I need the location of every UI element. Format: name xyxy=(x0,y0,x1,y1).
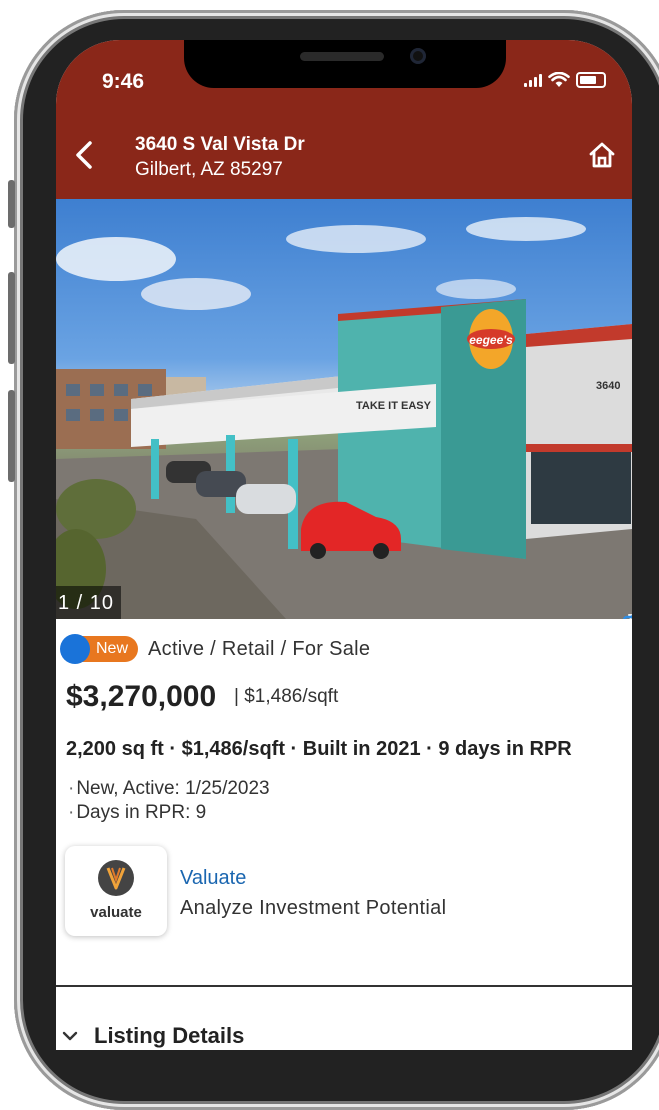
back-button[interactable] xyxy=(70,135,98,175)
volume-down-button xyxy=(8,390,15,482)
screen: 9:46 3640 S Val Vista Dr Gilbert, AZ 852… xyxy=(56,40,632,1050)
speaker-grille xyxy=(300,52,384,61)
listing-price: $3,270,000 xyxy=(66,680,217,713)
listing-details-header[interactable]: Listing Details xyxy=(62,1023,244,1049)
home-icon[interactable] xyxy=(588,141,616,169)
photo-counter: 1 / 10 xyxy=(56,586,122,619)
listing-status-row: New Active / Retail / For Sale xyxy=(60,634,370,664)
volume-up-button xyxy=(8,272,15,364)
camera-icon[interactable] xyxy=(622,611,632,619)
property-photo[interactable]: eegee's TAKE IT EASY 3640 1 / 10 xyxy=(56,199,632,619)
mute-switch xyxy=(8,180,15,228)
valuate-logo-text: valuate xyxy=(90,904,142,921)
listing-status: Active / Retail / For Sale xyxy=(148,637,371,660)
listing-notes: New, Active: 1/25/2023 Days in RPR: 9 xyxy=(68,777,270,825)
valuate-logo-card[interactable]: valuate xyxy=(65,846,167,936)
price-per-sqft: | $1,486/sqft xyxy=(234,686,339,707)
listing-details-label: Listing Details xyxy=(94,1023,245,1048)
new-badge: New xyxy=(82,636,139,662)
building-number-sign: 3640 xyxy=(596,380,620,392)
brand-sign: eegee's xyxy=(469,333,513,347)
slogan-sign: TAKE IT EASY xyxy=(356,400,432,412)
valuate-logo-icon xyxy=(98,860,134,896)
address-line1: 3640 S Val Vista Dr xyxy=(135,134,305,155)
notch xyxy=(184,40,506,88)
listing-facts: 2,200 sq ft · $1,486/sqft · Built in 202… xyxy=(66,738,572,760)
chevron-down-icon xyxy=(62,1031,78,1041)
address-line2: Gilbert, AZ 85297 xyxy=(135,159,283,180)
signal-icon xyxy=(524,73,542,87)
valuate-subtitle: Analyze Investment Potential xyxy=(180,897,447,919)
section-divider xyxy=(56,985,632,987)
battery-icon xyxy=(576,72,606,88)
status-icons xyxy=(524,72,606,88)
status-dot xyxy=(60,634,90,664)
note-item: Days in RPR: 9 xyxy=(68,801,270,825)
status-time: 9:46 xyxy=(102,70,145,93)
storefront-illustration: eegee's TAKE IT EASY 3640 xyxy=(56,217,632,619)
note-item: New, Active: 1/25/2023 xyxy=(68,777,269,801)
wifi-icon xyxy=(548,72,570,87)
app-header: 9:46 3640 S Val Vista Dr Gilbert, AZ 852… xyxy=(56,40,632,199)
valuate-link[interactable]: Valuate xyxy=(180,867,246,890)
front-camera xyxy=(410,48,426,64)
